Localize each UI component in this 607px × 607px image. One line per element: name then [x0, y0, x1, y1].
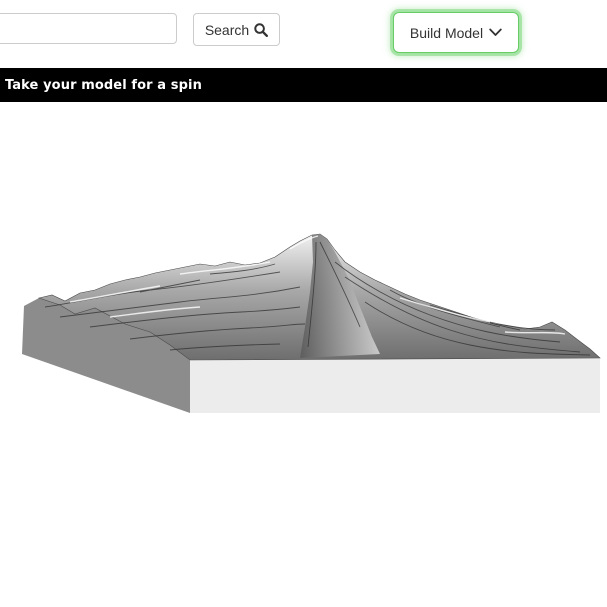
search-button-label: Search [204, 21, 250, 38]
build-model-dropdown[interactable]: Build Model [393, 12, 519, 53]
model-front-face [190, 358, 600, 413]
search-button[interactable]: Search [193, 13, 280, 46]
search-input[interactable] [0, 13, 177, 44]
top-toolbar: Search Build Model [0, 0, 607, 68]
banner-text: Take your model for a spin [5, 77, 202, 93]
build-model-label: Build Model [409, 24, 484, 41]
model-viewer[interactable] [0, 102, 607, 607]
terrain-3d-model[interactable] [0, 102, 607, 607]
banner-heading: Take your model for a spin [0, 68, 607, 102]
search-icon [254, 22, 269, 37]
chevron-down-icon [489, 28, 502, 36]
